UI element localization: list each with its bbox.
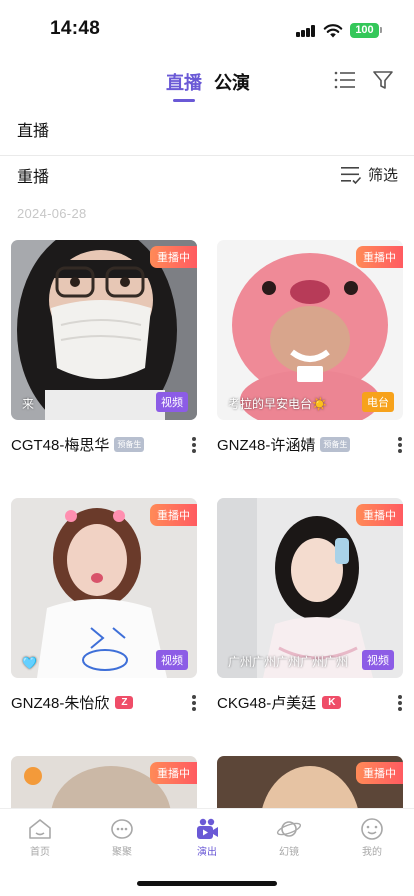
card-title: GNZ48-许涵婧 预备生 xyxy=(217,434,351,455)
replay-section-label: 重播 xyxy=(17,169,50,186)
filter-list-icon xyxy=(340,166,362,184)
tabbar-item-mirror[interactable]: 幻镜 xyxy=(259,817,319,858)
video-badge: 视频 xyxy=(156,650,188,670)
tabbar-item-me[interactable]: 我的 xyxy=(342,817,402,858)
replay-badge: 重播中 xyxy=(150,246,197,268)
replay-card[interactable]: 重播中 考拉的早安电台☀️ 电台 GNZ48-许涵婧 预备生 xyxy=(217,240,403,470)
member-name: CKG48-卢美廷 xyxy=(217,695,317,712)
status-time: 14:48 xyxy=(50,18,101,39)
card-thumbnail[interactable]: 重播中 xyxy=(217,756,403,808)
replay-badge: 重播中 xyxy=(356,762,403,784)
tabbar-label: 聚聚 xyxy=(112,847,132,858)
video-badge: 视频 xyxy=(362,650,394,670)
team-tag: K xyxy=(322,696,342,709)
home-indicator xyxy=(137,881,277,886)
header: 直播 公演 xyxy=(0,60,414,104)
filter-button[interactable]: 筛选 xyxy=(340,164,398,185)
more-options-icon[interactable] xyxy=(191,695,197,711)
live-caption: 广州广州广州广州广州 xyxy=(228,655,349,669)
replay-card[interactable]: 重播中 xyxy=(11,756,197,808)
planet-icon xyxy=(276,821,302,837)
tabbar-item-gathering[interactable]: 聚聚 xyxy=(92,817,152,858)
replay-badge: 重播中 xyxy=(150,762,197,784)
tab-live[interactable]: 直播 xyxy=(166,69,202,95)
replay-card[interactable]: 重播中 🩵 视频 GNZ48-朱怡欣 Z xyxy=(11,498,197,728)
battery-icon: 100 xyxy=(350,23,379,38)
replay-section: 重播 筛选 xyxy=(0,150,414,202)
tabbar-item-home[interactable]: 首页 xyxy=(10,817,70,858)
tab-performance[interactable]: 公演 xyxy=(214,69,250,95)
date-header: 2024-06-28 xyxy=(17,206,87,221)
tabbar-item-show[interactable]: 演出 xyxy=(177,817,237,858)
active-tab-indicator xyxy=(173,99,195,102)
member-tag: 预备生 xyxy=(320,437,351,452)
more-options-icon[interactable] xyxy=(397,695,403,711)
face-icon xyxy=(361,818,383,840)
card-title: CKG48-卢美廷 K xyxy=(217,692,342,713)
filter-label: 筛选 xyxy=(367,167,398,184)
card-thumbnail[interactable]: 重播中 xyxy=(11,756,197,808)
replay-badge: 重播中 xyxy=(150,504,197,526)
tabbar-label: 我的 xyxy=(362,847,382,858)
live-caption: 来 xyxy=(22,397,35,411)
live-section: 直播 xyxy=(0,104,414,156)
member-tag: 预备生 xyxy=(114,437,145,452)
radio-badge: 电台 xyxy=(362,392,394,412)
card-title: CGT48-梅思华 预备生 xyxy=(11,434,145,455)
tabbar-label: 首页 xyxy=(30,847,50,858)
live-caption: 考拉的早安电台☀️ xyxy=(228,397,327,411)
list-view-icon[interactable] xyxy=(333,69,357,91)
replay-card[interactable]: 重播中 xyxy=(217,756,403,808)
status-bar: 14:48 100 xyxy=(0,0,414,60)
cellular-signal-icon xyxy=(296,25,316,37)
more-options-icon[interactable] xyxy=(191,437,197,453)
wifi-icon xyxy=(323,24,343,38)
card-thumbnail[interactable]: 重播中 🩵 视频 xyxy=(11,498,197,678)
team-tag: Z xyxy=(115,696,134,709)
home-icon xyxy=(29,819,51,839)
card-title: GNZ48-朱怡欣 Z xyxy=(11,692,134,713)
tabbar-label: 幻镜 xyxy=(279,847,299,858)
tabbar-label: 演出 xyxy=(197,847,217,858)
replay-badge: 重播中 xyxy=(356,504,403,526)
card-thumbnail[interactable]: 重播中 广州广州广州广州广州 视频 xyxy=(217,498,403,678)
member-name: GNZ48-许涵婧 xyxy=(217,437,316,454)
member-name: GNZ48-朱怡欣 xyxy=(11,695,110,712)
chat-icon xyxy=(111,819,133,839)
funnel-icon[interactable] xyxy=(371,68,395,92)
show-icon xyxy=(197,818,218,839)
more-options-icon[interactable] xyxy=(397,437,403,453)
battery-tip xyxy=(380,27,382,33)
replay-card[interactable]: 重播中 来 视频 CGT48-梅思华 预备生 xyxy=(11,240,197,470)
replay-badge: 重播中 xyxy=(356,246,403,268)
replay-card[interactable]: 重播中 广州广州广州广州广州 视频 CKG48-卢美廷 K xyxy=(217,498,403,728)
card-thumbnail[interactable]: 重播中 考拉的早安电台☀️ 电台 xyxy=(217,240,403,420)
card-thumbnail[interactable]: 重播中 来 视频 xyxy=(11,240,197,420)
member-name: CGT48-梅思华 xyxy=(11,437,110,454)
live-section-label: 直播 xyxy=(17,123,50,140)
live-caption: 🩵 xyxy=(22,656,37,670)
video-badge: 视频 xyxy=(156,392,188,412)
